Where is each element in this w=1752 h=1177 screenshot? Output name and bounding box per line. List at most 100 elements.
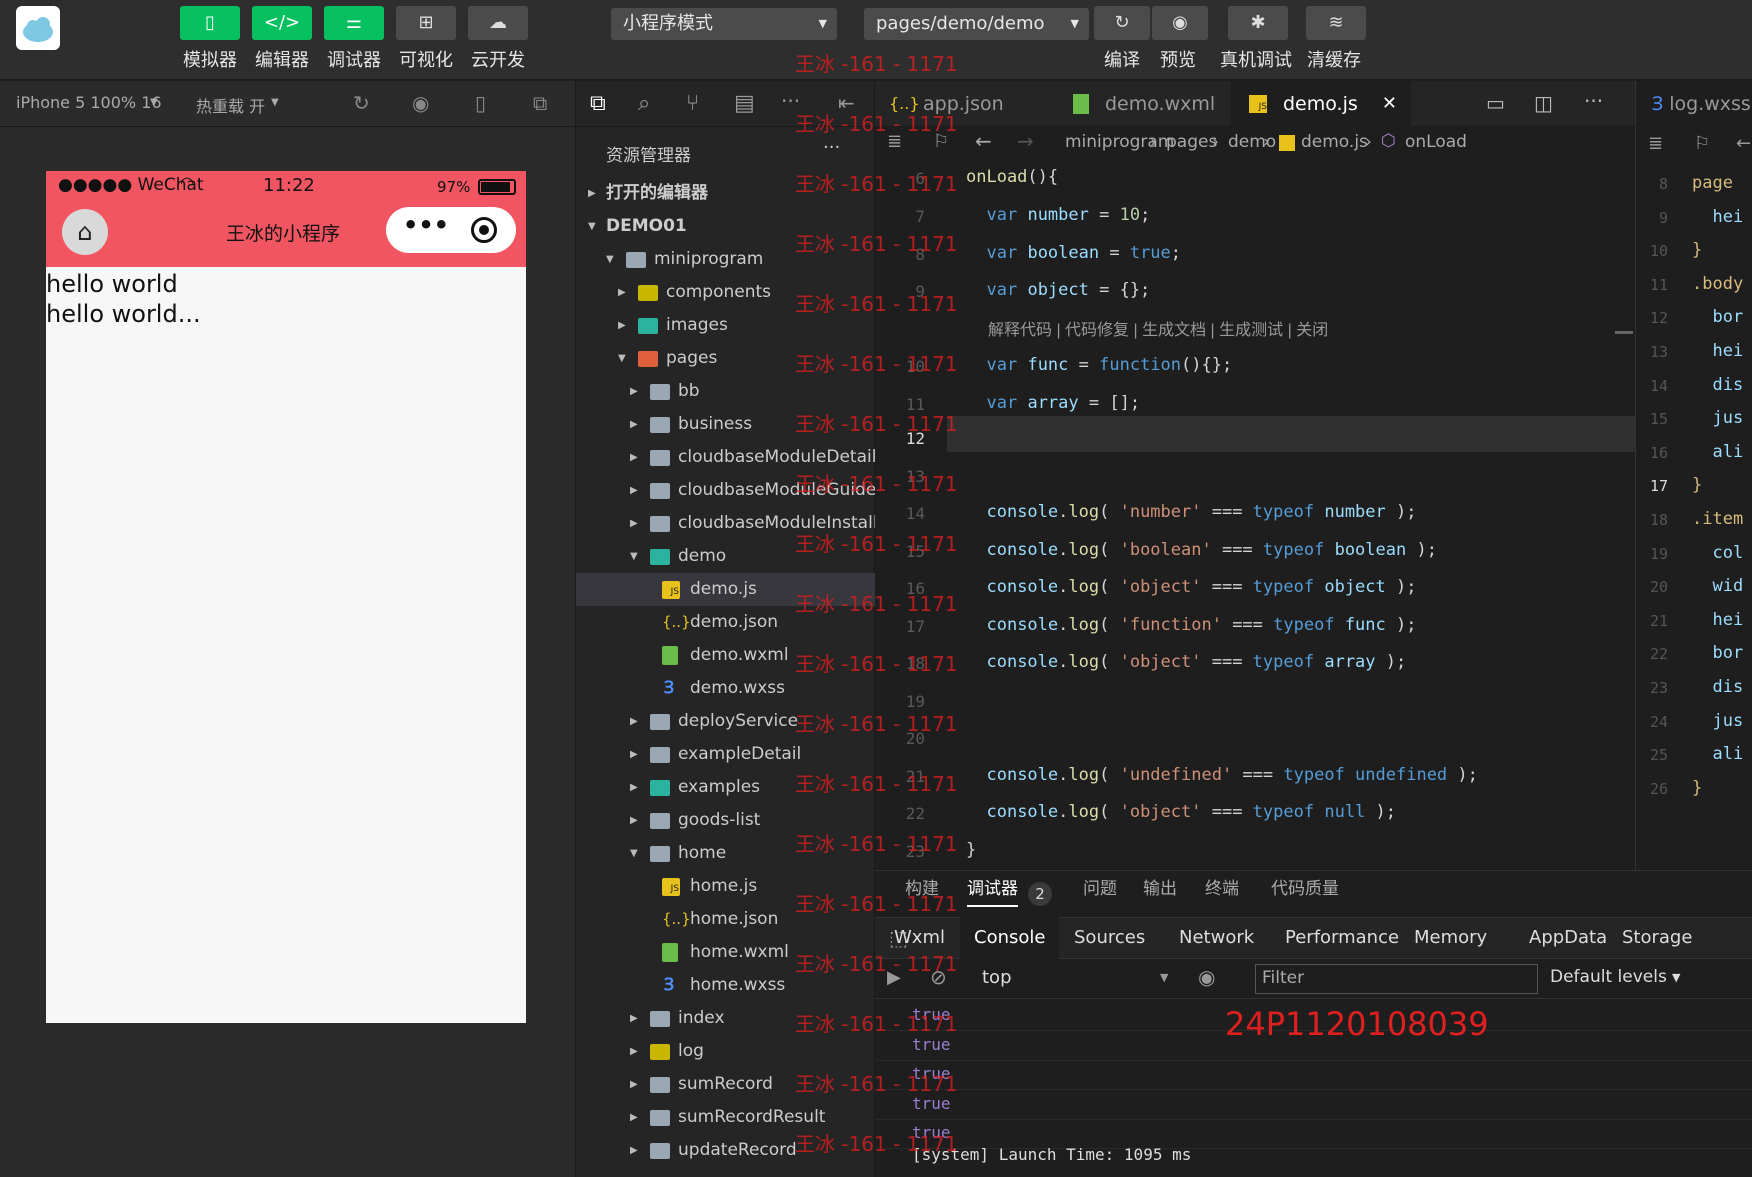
- toolbar-label-0[interactable]: 模拟器: [174, 46, 246, 72]
- secondary-editor[interactable]: Ɜ log.wxss ≣ ⚐ ← 8 page 9 hei 10} 11 .body 12 …: [1635, 81, 1752, 870]
- popout-icon[interactable]: ⧉: [533, 91, 547, 115]
- breadcrumb-item[interactable]: pages: [1166, 132, 1217, 152]
- levels-select[interactable]: Default levels: [1550, 967, 1667, 987]
- mini-code: wid: [1692, 576, 1744, 597]
- devtools-tab[interactable]: Performance: [1271, 917, 1413, 959]
- code-editor[interactable]: 6 onLoad(){7 var number = 10; 8 var boolea…: [875, 159, 1635, 869]
- console-toolbar: ▶ ⊘ top ▼ ◉ Filter Default levels ▼: [875, 959, 1752, 999]
- watermark: 王冰 -161 - 1171: [795, 892, 958, 916]
- page-path-select[interactable]: pages/demo/demo ▼: [864, 8, 1089, 40]
- mode-select[interactable]: 小程序模式 ▼: [611, 8, 837, 40]
- rotate-icon[interactable]: ↻: [353, 91, 370, 115]
- toolbar-label-1[interactable]: 编辑器: [246, 46, 318, 72]
- mini-code: .body: [1692, 273, 1744, 294]
- page-line-2: hello world...: [46, 300, 201, 328]
- comment-icon[interactable]: ▭: [1486, 91, 1505, 115]
- line-number: 7: [915, 207, 925, 226]
- split-editor-icon[interactable]: ◫: [1534, 91, 1553, 115]
- mini-line-number: 20: [1649, 578, 1668, 597]
- stop-icon[interactable]: ◉: [412, 91, 429, 115]
- cloud-icon[interactable]: ☁: [468, 6, 528, 40]
- line-number: 22: [905, 804, 925, 823]
- bookmark-icon[interactable]: ⚐: [1694, 133, 1710, 154]
- editor-actions: ▭ ◫ ···: [1472, 81, 1635, 127]
- compile-icon[interactable]: ↻: [1094, 6, 1150, 40]
- more-icon[interactable]: •••: [403, 211, 449, 239]
- extensions-icon[interactable]: ▤: [734, 91, 755, 116]
- debugger-tab[interactable]: 输出: [1143, 871, 1177, 907]
- toolbar-label-2[interactable]: 调试器: [318, 46, 390, 72]
- breadcrumb-item[interactable]: onLoad: [1405, 132, 1467, 152]
- explorer-more-icon[interactable]: ···: [823, 137, 840, 158]
- nav-back-icon[interactable]: ←: [975, 129, 992, 153]
- debugger-badge: 2: [1028, 882, 1052, 906]
- chevron-right-icon: ›: [1150, 132, 1157, 152]
- outline-icon[interactable]: ≣: [1648, 133, 1663, 154]
- filter-input[interactable]: Filter: [1255, 964, 1538, 994]
- phone-screen[interactable]: [46, 171, 526, 1023]
- devtools-tab[interactable]: Storage: [1608, 917, 1706, 959]
- preview-icon[interactable]: ◉: [1152, 6, 1208, 40]
- mini-code: dis: [1692, 374, 1744, 395]
- mini-code: bor: [1692, 307, 1744, 328]
- wxml-icon: [1073, 94, 1089, 114]
- debugger-tab[interactable]: 代码质量: [1271, 871, 1339, 907]
- tree-folder[interactable]: ▶ exampleDetail: [576, 738, 876, 771]
- toolbar-right-label-3[interactable]: 清缓存: [1288, 46, 1380, 72]
- js-icon: JS: [662, 878, 680, 896]
- line-number: 17: [905, 617, 925, 636]
- nav-title: 王冰的小程序: [226, 223, 341, 245]
- devtools-tab[interactable]: Sources: [1060, 917, 1159, 959]
- toolbar-right-label-1[interactable]: 预览: [1142, 46, 1214, 72]
- tree-label: home.wxss: [690, 975, 786, 995]
- close-capsule-icon[interactable]: [471, 217, 497, 243]
- editor-tab[interactable]: JS demo.js ✕: [1231, 81, 1411, 127]
- close-icon[interactable]: ✕: [1382, 81, 1397, 127]
- debugger-tab[interactable]: 问题: [1083, 871, 1117, 907]
- toolbar-label-4[interactable]: 云开发: [462, 46, 534, 72]
- code-line: console.log( 'boolean' === typeof boolea…: [986, 540, 1437, 560]
- remote-debug-icon[interactable]: ✱: [1228, 6, 1288, 40]
- device-select[interactable]: iPhone 5 100% 16: [16, 93, 162, 112]
- code-icon[interactable]: </>: [252, 6, 312, 40]
- watermark: 王冰 -161 - 1171: [795, 172, 958, 196]
- clear-cache-icon[interactable]: ≋: [1306, 6, 1366, 40]
- nav-forward-icon[interactable]: →: [1017, 129, 1034, 153]
- devtools-tab[interactable]: Memory: [1400, 917, 1501, 959]
- mini-line-number: 19: [1649, 544, 1668, 563]
- tree-folder[interactable]: ▶ bb: [576, 375, 876, 408]
- home-button[interactable]: ⌂: [62, 209, 108, 255]
- editor-more-icon[interactable]: ···: [1584, 89, 1603, 113]
- tree-label: exampleDetail: [678, 744, 802, 764]
- debugger-tab[interactable]: 终端: [1205, 871, 1239, 907]
- sliders-icon[interactable]: ⚌: [324, 6, 384, 40]
- tree-folder[interactable]: ▶ log: [576, 1035, 876, 1068]
- mini-code: jus: [1692, 408, 1744, 429]
- layout-icon[interactable]: ⊞: [396, 6, 456, 40]
- scrollbar[interactable]: [1615, 331, 1633, 334]
- files-icon[interactable]: ⧉: [590, 91, 606, 116]
- devtools-tab[interactable]: Network: [1165, 917, 1268, 959]
- phone-icon[interactable]: ▯: [180, 6, 240, 40]
- editor-tab[interactable]: demo.wxml: [1053, 81, 1231, 127]
- folder-icon: [650, 483, 670, 499]
- mini-line-number: 26: [1649, 779, 1668, 798]
- devtools-tab[interactable]: Console: [960, 917, 1060, 959]
- json-icon: {..}: [662, 613, 691, 631]
- codelens-actions[interactable]: 解释代码 | 代码修复 | 生成文档 | 生成测试 | 关闭: [988, 316, 1328, 340]
- devtools-tab[interactable]: AppData: [1515, 917, 1621, 959]
- code-line: var number = 10;: [986, 205, 1151, 225]
- breadcrumb-item[interactable]: demo.js: [1301, 132, 1368, 152]
- git-icon[interactable]: ⑂: [686, 91, 699, 116]
- breadcrumb-item[interactable]: miniprogram: [1065, 132, 1174, 152]
- context-select[interactable]: top: [982, 967, 1012, 988]
- eye-icon[interactable]: ◉: [1198, 965, 1215, 989]
- folder-icon: [650, 1044, 670, 1060]
- toolbar-label-3[interactable]: 可视化: [390, 46, 462, 72]
- search-icon[interactable]: ⌕: [638, 91, 650, 116]
- back-icon[interactable]: ←: [1736, 133, 1751, 154]
- hot-reload-toggle[interactable]: 热重载 开: [196, 93, 265, 117]
- device-icon[interactable]: ▯: [475, 91, 486, 115]
- debugger-tab[interactable]: 调试器: [967, 871, 1018, 907]
- secondary-tab[interactable]: Ɜ log.wxss: [1636, 81, 1752, 127]
